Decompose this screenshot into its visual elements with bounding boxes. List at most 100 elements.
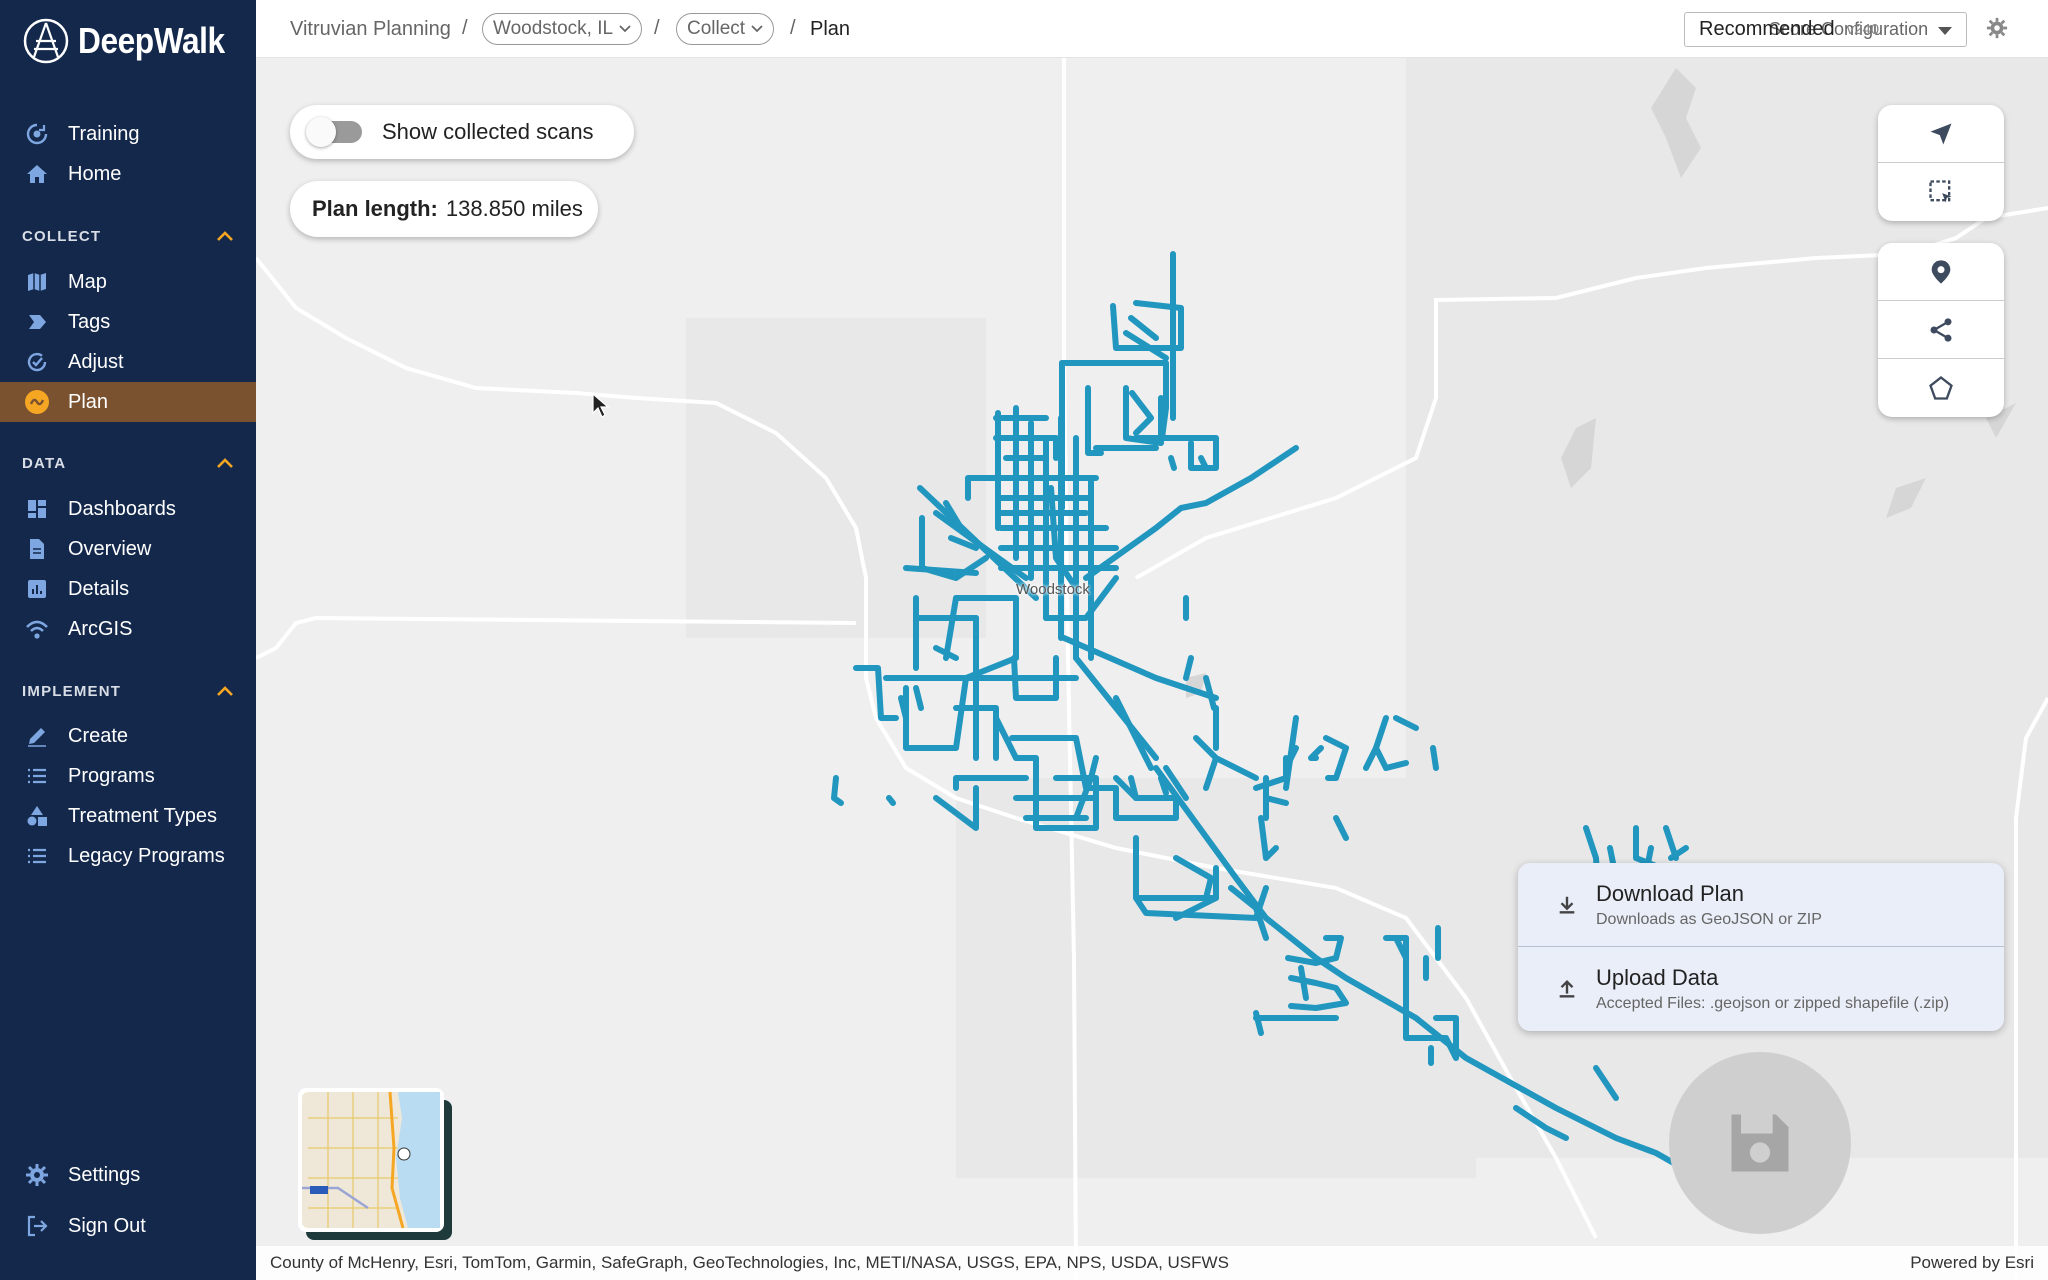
download-plan-button[interactable]: Download Plan Downloads as GeoJSON or ZI… (1518, 863, 2004, 947)
box-select-icon (1929, 180, 1952, 203)
score-config-version: v240 (1846, 21, 1880, 38)
nav-label: Plan (68, 390, 109, 413)
create-icon (22, 721, 52, 751)
chevron-up-icon (217, 458, 233, 468)
nav-label: Settings (68, 1163, 141, 1186)
logo-icon (23, 18, 69, 64)
map-icon (22, 267, 52, 297)
save-button[interactable] (1669, 1052, 1851, 1234)
navigate-button[interactable] (1878, 105, 2004, 163)
breadcrumb-module-dropdown[interactable]: Collect (676, 13, 775, 45)
nav-item-treatment-types[interactable]: Treatment Types (0, 796, 256, 836)
nav-item-overview[interactable]: Overview (0, 529, 256, 569)
nav-item-settings[interactable]: Settings (0, 1155, 256, 1195)
breadcrumb-module: Collect (687, 18, 746, 39)
nav-item-arcgis[interactable]: ArcGIS (0, 609, 256, 649)
upload-data-title: Upload Data (1596, 965, 1719, 990)
list-icon (22, 841, 52, 871)
share-icon (1930, 317, 1952, 342)
score-config-value: Recommended (1699, 18, 1835, 40)
breadcrumb-separator: / (654, 17, 660, 39)
pin-icon (1931, 259, 1951, 284)
breadcrumb-page: Plan (810, 17, 851, 40)
nav-item-adjust[interactable]: Adjust (0, 342, 256, 382)
toggle-label: Show collected scans (382, 119, 594, 144)
nav-item-map[interactable]: Map (0, 262, 256, 302)
nav-label: Training (68, 122, 140, 145)
pin-button[interactable] (1878, 243, 2004, 301)
arcgis-icon (22, 614, 52, 644)
adjust-icon (22, 347, 52, 377)
basemap-toggle-thumbnail[interactable] (298, 1088, 452, 1240)
line-button[interactable] (1878, 301, 2004, 359)
nav-label: Programs (68, 764, 155, 787)
nav-item-dashboards[interactable]: Dashboards (0, 489, 256, 529)
nav-label: Tags (68, 310, 111, 333)
plan-length-badge: Plan length: 138.850 miles (290, 181, 598, 237)
dashboard-icon (22, 494, 52, 524)
breadcrumb-location-dropdown[interactable]: Woodstock, IL (482, 13, 643, 45)
breadcrumb-location: Woodstock, IL (493, 18, 614, 39)
nav-item-plan[interactable]: Plan (0, 382, 256, 422)
section-implement-header[interactable]: IMPLEMENT (22, 679, 234, 703)
nav-item-home[interactable]: Home (0, 154, 256, 194)
section-collect-header[interactable]: COLLECT (22, 224, 234, 248)
upload-data-button[interactable]: Upload Data Accepted Files: .geojson or … (1518, 947, 2004, 1031)
nav-item-training[interactable]: Training (0, 114, 256, 154)
breadcrumb-separator: / (462, 17, 468, 39)
sign-out-icon (22, 1211, 52, 1241)
gear-icon (22, 1160, 52, 1190)
download-icon (1559, 896, 1575, 914)
nav-item-legacy-programs[interactable]: Legacy Programs (0, 836, 256, 876)
nav-label: Adjust (68, 350, 124, 373)
box-select-button[interactable] (1878, 163, 2004, 221)
polygon-icon (1929, 376, 1953, 400)
map-attribution: County of McHenry, Esri, TomTom, Garmin,… (256, 1246, 2048, 1280)
nav-label: Create (68, 724, 129, 747)
nav-label: Map (68, 270, 107, 293)
upload-icon (1559, 979, 1575, 998)
sidebar: DeepWalk Training Home COLLECT Map Tags (0, 0, 256, 1280)
chevron-down-icon (619, 25, 631, 33)
mouse-cursor-icon (592, 393, 610, 418)
navigate-icon (1930, 123, 1952, 144)
nav-item-sign-out[interactable]: Sign Out (0, 1206, 256, 1246)
floppy-disk-icon (1731, 1114, 1789, 1172)
nav-label: ArcGIS (68, 617, 133, 640)
training-icon (22, 119, 52, 149)
show-collected-scans-toggle[interactable]: Show collected scans (290, 105, 634, 159)
score-config-select[interactable]: Recommended v240 (1684, 12, 1967, 47)
tag-icon (22, 307, 52, 337)
nav-label: Details (68, 577, 130, 600)
nav-label: Overview (68, 537, 152, 560)
powered-by-esri-link[interactable]: Powered by Esri (1910, 1253, 2034, 1273)
nav-label: Sign Out (68, 1214, 146, 1237)
list-icon (22, 761, 52, 791)
top-bar: Vitruvian Planning / Woodstock, IL / Col… (256, 0, 2048, 58)
section-title: IMPLEMENT (22, 682, 122, 700)
nav-item-create[interactable]: Create (0, 716, 256, 756)
chevron-up-icon (217, 231, 233, 241)
chevron-up-icon (217, 686, 233, 696)
gear-icon[interactable] (1986, 17, 2008, 44)
nav-item-programs[interactable]: Programs (0, 756, 256, 796)
section-title: DATA (22, 454, 67, 472)
overview-icon (22, 534, 52, 564)
nav-item-tags[interactable]: Tags (0, 302, 256, 342)
section-data-header[interactable]: DATA (22, 451, 234, 475)
map-city-label: Woodstock (1016, 581, 1090, 598)
breadcrumb-org[interactable]: Vitruvian Planning (290, 0, 451, 58)
nav-item-details[interactable]: Details (0, 569, 256, 609)
toggle-switch[interactable] (306, 117, 362, 147)
plan-length-value: 138.850 miles (445, 196, 583, 221)
deepwalk-logo[interactable]: DeepWalk (22, 16, 245, 66)
nav-label: Home (68, 162, 122, 185)
section-title: COLLECT (22, 227, 102, 245)
shapes-icon (22, 801, 52, 831)
breadcrumb-separator: / (790, 17, 796, 39)
plan-actions-card: Download Plan Downloads as GeoJSON or ZI… (1518, 863, 2004, 1031)
map-canvas[interactable]: Woodstock Show collected scans Plan leng… (256, 58, 2048, 1280)
plan-icon (22, 387, 52, 417)
polygon-button[interactable] (1878, 359, 2004, 417)
home-icon (22, 159, 52, 189)
